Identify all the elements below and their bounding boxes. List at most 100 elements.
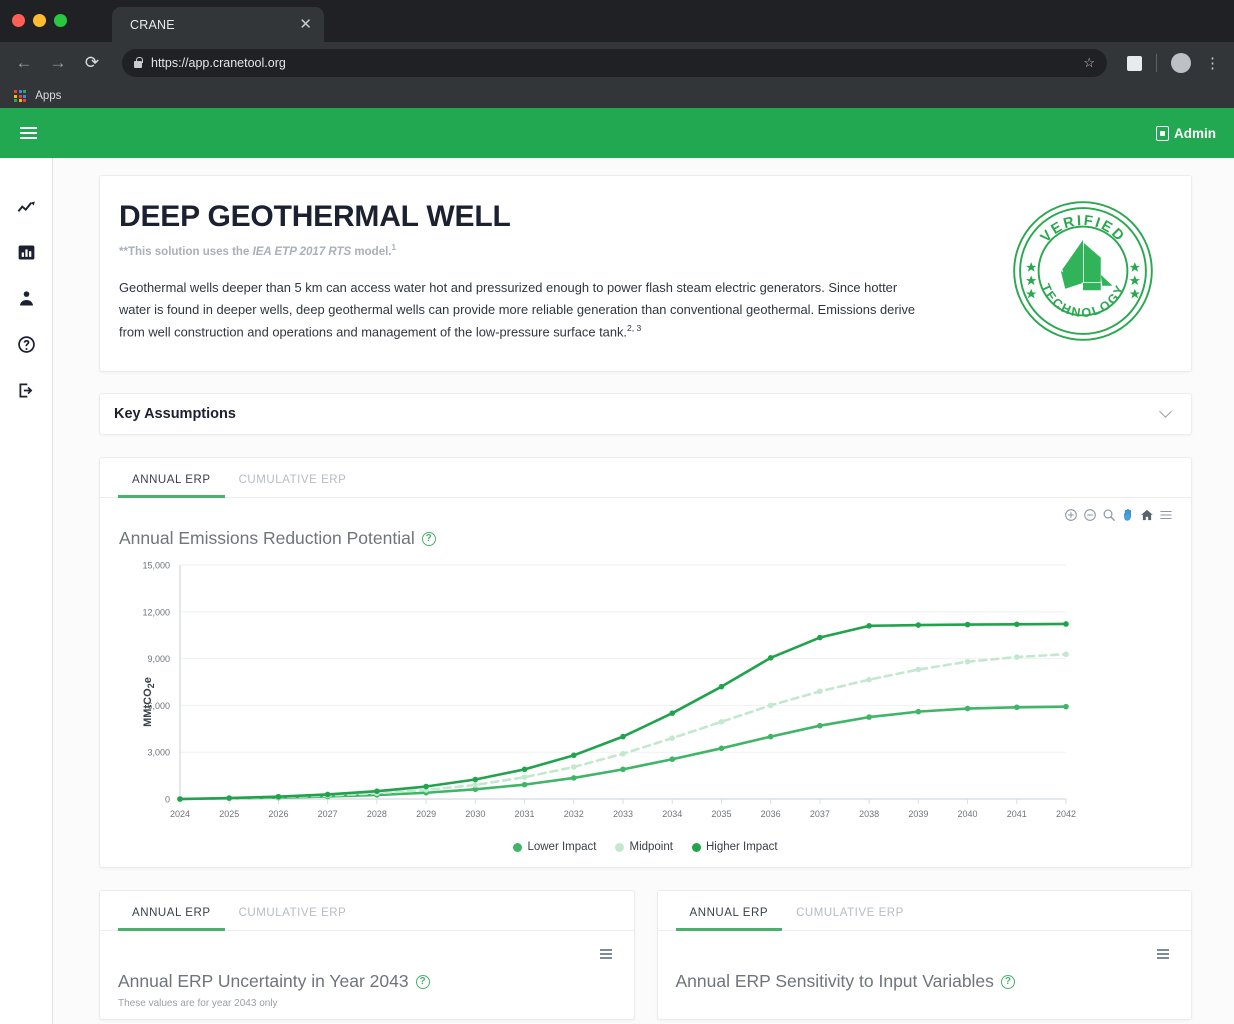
hero-text: DEEP GEOTHERMAL WELL **This solution use… [119, 197, 989, 345]
svg-text:2038: 2038 [859, 809, 879, 819]
url-text: https://app.cranetool.org [151, 56, 286, 70]
zoom-out-icon[interactable] [1083, 508, 1097, 522]
legend-label: Higher Impact [705, 841, 778, 853]
hamburger-icon[interactable] [16, 123, 41, 143]
browser-toolbar: ← → ⟳ https://app.cranetool.org ☆ ⋮ [0, 42, 1234, 84]
chevron-down-icon[interactable] [1159, 405, 1172, 418]
browser-tab[interactable]: CRANE ✕ [112, 7, 324, 42]
annual-erp-chart-card: ANNUAL ERP CUMULATIVE ERP Annual Emissio… [99, 457, 1192, 868]
back-icon[interactable]: ← [14, 53, 34, 73]
menu-icon[interactable] [599, 949, 612, 959]
svg-text:2039: 2039 [908, 809, 928, 819]
lock-icon [134, 57, 143, 68]
toolbar-divider [1156, 54, 1157, 72]
admin-badge-icon [1156, 125, 1169, 141]
svg-text:2035: 2035 [711, 809, 731, 819]
kebab-menu-icon[interactable]: ⋮ [1205, 56, 1220, 71]
tab-cumulative-erp[interactable]: CUMULATIVE ERP [782, 891, 918, 930]
maximize-window-button[interactable] [54, 14, 67, 27]
tab-cumulative-erp[interactable]: CUMULATIVE ERP [225, 891, 361, 930]
svg-text:2026: 2026 [268, 809, 288, 819]
help-icon[interactable]: ? [415, 974, 430, 989]
minimize-window-button[interactable] [33, 14, 46, 27]
sidebar [0, 158, 53, 1024]
menu-icon[interactable] [1159, 508, 1173, 522]
y-axis-label: MMtCO2e [141, 676, 156, 727]
uncertainty-tabs: ANNUAL ERP CUMULATIVE ERP [100, 891, 634, 931]
line-chart-svg: 03,0006,0009,00012,00015,0002024 2025 2026… [142, 561, 1076, 820]
zoom-in-icon[interactable] [1064, 508, 1078, 522]
pan-icon[interactable] [1121, 508, 1135, 522]
model-suffix: model. [354, 245, 392, 258]
window-controls[interactable] [12, 14, 67, 27]
solution-description: Geothermal wells deeper than 5 km can ac… [119, 279, 916, 340]
bottom-panels-row: ANNUAL ERP CUMULATIVE ERP Annual ERP Unc… [99, 890, 1192, 1020]
apps-label[interactable]: Apps [35, 90, 61, 102]
solution-description-wrap: Geothermal wells deeper than 5 km can ac… [119, 277, 919, 344]
svg-text:2042: 2042 [1056, 809, 1076, 819]
sidebar-item-trends[interactable] [16, 196, 37, 217]
verified-technology-seal-icon: VERIFIED TECHNOLOGY [1013, 201, 1153, 341]
sidebar-item-signin[interactable] [16, 380, 37, 401]
legend-item-higher-impact[interactable]: Higher Impact [691, 841, 778, 853]
extension-icon[interactable] [1127, 55, 1142, 71]
browser-chrome: CRANE ✕ ← → ⟳ https://app.cranetool.org … [0, 0, 1234, 108]
key-assumptions-title: Key Assumptions [114, 406, 236, 422]
selection-zoom-icon[interactable] [1102, 508, 1116, 522]
svg-text:3,000: 3,000 [147, 748, 170, 758]
home-icon[interactable] [1140, 508, 1154, 522]
address-bar[interactable]: https://app.cranetool.org ☆ [122, 49, 1107, 77]
svg-text:2024: 2024 [170, 809, 190, 819]
chart-toolbar [1064, 508, 1173, 522]
svg-text:2032: 2032 [564, 809, 584, 819]
legend-label: Midpoint [629, 841, 673, 853]
avatar[interactable] [1171, 53, 1191, 73]
svg-text:2034: 2034 [662, 809, 682, 819]
sensitivity-body: Annual ERP Sensitivity to Input Variable… [658, 931, 1192, 1008]
solution-hero-card: DEEP GEOTHERMAL WELL **This solution use… [99, 175, 1192, 372]
key-assumptions-accordion[interactable]: Key Assumptions [99, 393, 1192, 435]
page-title: DEEP GEOTHERMAL WELL [119, 200, 511, 233]
tab-title: CRANE [130, 17, 175, 32]
uncertainty-title: Annual ERP Uncertainty in Year 2043 [118, 971, 409, 991]
app-shell: DEEP GEOTHERMAL WELL **This solution use… [0, 158, 1234, 1024]
reload-icon[interactable]: ⟳ [82, 53, 102, 73]
svg-text:12,000: 12,000 [142, 607, 170, 617]
close-window-button[interactable] [12, 14, 25, 27]
svg-text:2040: 2040 [958, 809, 978, 819]
chart-legend: Lower Impact Midpoint Higher Impact [118, 841, 1173, 853]
uncertainty-card: ANNUAL ERP CUMULATIVE ERP Annual ERP Unc… [99, 890, 635, 1020]
close-icon[interactable]: ✕ [299, 17, 312, 32]
legend-item-midpoint[interactable]: Midpoint [615, 841, 673, 853]
sidebar-item-help[interactable] [16, 334, 37, 355]
bookmark-star-icon[interactable]: ☆ [1083, 55, 1095, 71]
sidebar-item-account[interactable] [16, 288, 37, 309]
menu-icon[interactable] [1157, 949, 1169, 959]
sidebar-item-reports[interactable] [16, 242, 37, 263]
model-ref: 1 [391, 243, 396, 252]
tab-annual-erp[interactable]: ANNUAL ERP [118, 458, 225, 498]
help-icon[interactable]: ? [421, 531, 436, 546]
tab-annual-erp[interactable]: ANNUAL ERP [675, 891, 783, 931]
chart-title: Annual Emissions Reduction Potential [119, 528, 415, 548]
sensitivity-title-row: Annual ERP Sensitivity to Input Variable… [676, 957, 1174, 992]
chart-body: Annual Emissions Reduction Potential ? M… [100, 498, 1191, 867]
bookmarks-bar: Apps [0, 84, 1234, 108]
apps-grid-icon[interactable] [14, 89, 27, 103]
help-icon[interactable]: ? [1000, 974, 1015, 989]
tab-annual-erp[interactable]: ANNUAL ERP [118, 891, 225, 931]
admin-label: Admin [1174, 125, 1216, 141]
svg-text:2041: 2041 [1007, 809, 1027, 819]
main-content: DEEP GEOTHERMAL WELL **This solution use… [53, 158, 1234, 1024]
uncertainty-title-row: Annual ERP Uncertainty in Year 2043 ? [118, 957, 616, 992]
legend-item-lower-impact[interactable]: Lower Impact [513, 841, 596, 853]
sensitivity-title: Annual ERP Sensitivity to Input Variable… [675, 971, 994, 991]
chart-title-row: Annual Emissions Reduction Potential ? [118, 508, 1173, 549]
chart-plot-area: MMtCO2e 0 3,000 6,000 9,000 12,000 15,000 2024… [118, 557, 1173, 835]
admin-button[interactable]: Admin [1156, 125, 1216, 141]
tab-cumulative-erp[interactable]: CUMULATIVE ERP [225, 458, 361, 497]
svg-text:2027: 2027 [318, 809, 338, 819]
chart-tabs: ANNUAL ERP CUMULATIVE ERP [100, 458, 1191, 498]
uncertainty-body: Annual ERP Uncertainty in Year 2043 ? Th… [100, 931, 634, 1019]
forward-icon[interactable]: → [48, 53, 68, 73]
